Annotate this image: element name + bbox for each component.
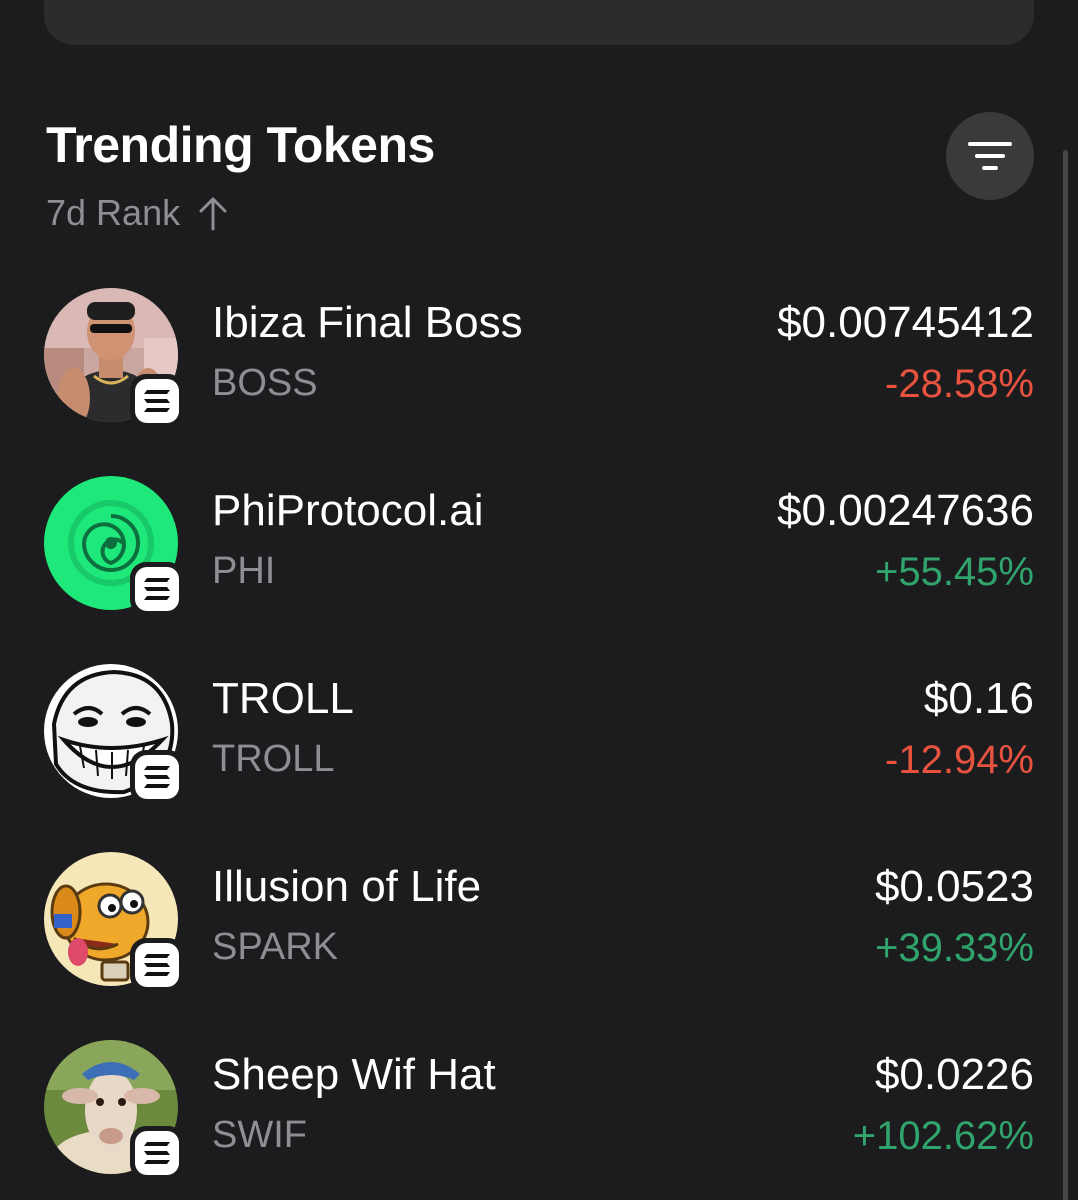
token-name: PhiProtocol.ai (212, 486, 484, 535)
token-row[interactable]: PhiProtocol.ai PHI $0.00247636 +55.45% (44, 476, 1034, 616)
token-avatar-wrap (44, 288, 184, 428)
token-avatar-wrap (44, 476, 184, 616)
token-avatar-wrap (44, 1040, 184, 1180)
solana-icon (144, 766, 170, 788)
token-row[interactable]: Ibiza Final Boss BOSS $0.00745412 -28.58… (44, 288, 1034, 428)
token-name: TROLL (212, 674, 354, 723)
solana-icon (144, 954, 170, 976)
token-change: +39.33% (874, 926, 1034, 970)
solana-icon (144, 390, 170, 412)
token-row[interactable]: Sheep Wif Hat SWIF $0.0226 +102.62% (44, 1040, 1034, 1180)
token-price: $0.0523 (874, 862, 1034, 911)
token-name: Ibiza Final Boss (212, 298, 523, 347)
token-symbol: TROLL (212, 738, 335, 780)
trending-tokens-screen: Trending Tokens 7d Rank Ibiza Final Boss… (0, 0, 1078, 1200)
token-change: -12.94% (885, 738, 1034, 782)
token-change: +102.62% (852, 1114, 1034, 1158)
token-avatar-wrap (44, 664, 184, 804)
token-row[interactable]: TROLL TROLL $0.16 -12.94% (44, 664, 1034, 804)
token-price: $0.0226 (874, 1050, 1034, 1099)
token-price: $0.16 (923, 674, 1034, 723)
token-price: $0.00247636 (777, 486, 1034, 535)
solana-icon (144, 578, 170, 600)
token-symbol: SWIF (212, 1114, 307, 1156)
solana-icon (144, 1142, 170, 1164)
token-symbol: SPARK (212, 926, 339, 968)
chain-badge (130, 562, 184, 616)
token-price: $0.00745412 (777, 298, 1034, 347)
token-list: Ibiza Final Boss BOSS $0.00745412 -28.58… (0, 0, 1078, 1200)
token-change: -28.58% (885, 362, 1034, 406)
token-name: Illusion of Life (212, 862, 482, 911)
chain-badge (130, 374, 184, 428)
chain-badge (130, 1126, 184, 1180)
token-symbol: BOSS (212, 362, 318, 404)
token-name: Sheep Wif Hat (212, 1050, 496, 1099)
chain-badge (130, 938, 184, 992)
token-symbol: PHI (212, 550, 276, 592)
token-row[interactable]: Illusion of Life SPARK $0.0523 +39.33% (44, 852, 1034, 992)
token-avatar-wrap (44, 852, 184, 992)
chain-badge (130, 750, 184, 804)
token-change: +55.45% (874, 550, 1034, 594)
